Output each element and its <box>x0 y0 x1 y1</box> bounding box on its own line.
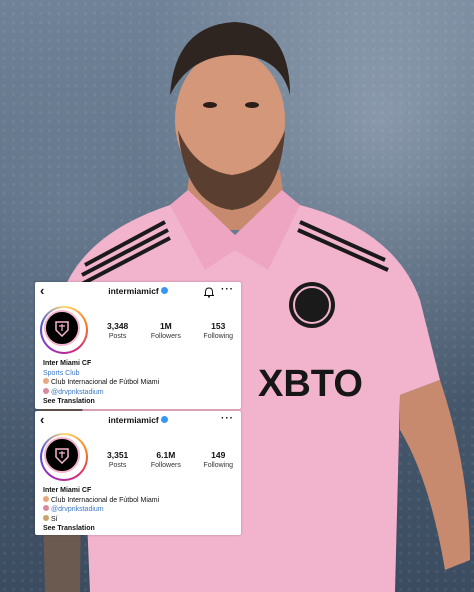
stadium-icon <box>43 505 49 512</box>
followers-stat[interactable]: 1M Followers <box>151 321 181 340</box>
stadium-link[interactable]: @drvpnkstadium <box>51 506 104 513</box>
avatar[interactable] <box>40 433 88 481</box>
see-translation-link[interactable]: See Translation <box>43 524 159 534</box>
profile-header: ‹ intermiamicf ··· <box>35 411 241 429</box>
followers-stat[interactable]: 6.1M Followers <box>151 450 181 469</box>
verified-badge-icon <box>160 416 168 424</box>
instagram-profile-card-before: ‹ intermiamicf ··· 3,348 Posts 1M Follower… <box>35 282 241 409</box>
verified-badge-icon <box>160 287 168 295</box>
more-options-icon[interactable]: ··· <box>221 284 234 295</box>
soccer-ball-icon <box>43 495 49 502</box>
inter-miami-logo-icon <box>44 310 80 346</box>
profile-stats: 3,351 Posts 6.1M Followers 149 Following <box>107 450 233 469</box>
profile-username: intermiamicf <box>35 415 241 425</box>
posts-stat[interactable]: 3,351 Posts <box>107 450 128 469</box>
instagram-profile-card-after: ‹ intermiamicf ··· 3,351 Posts 6.1M Follow… <box>35 411 241 535</box>
profile-name: Inter Miami CF <box>43 360 92 367</box>
goat-icon <box>43 514 49 521</box>
posts-stat[interactable]: 3,348 Posts <box>107 321 128 340</box>
profile-stats: 3,348 Posts 1M Followers 153 Following <box>107 321 233 340</box>
profile-bio: Inter Miami CF Sports Club Club Internac… <box>43 359 159 407</box>
see-translation-link[interactable]: See Translation <box>43 397 159 407</box>
stadium-icon <box>43 387 49 394</box>
profile-header: ‹ intermiamicf ··· <box>35 282 241 300</box>
more-options-icon[interactable]: ··· <box>221 413 234 424</box>
bio-line: Club Internacional de Fútbol Miami <box>43 378 159 388</box>
avatar[interactable] <box>40 306 88 354</box>
inter-miami-logo-icon <box>44 437 80 473</box>
jersey-sponsor-text: XBTO <box>258 363 363 405</box>
profile-name: Inter Miami CF <box>43 487 92 494</box>
stadium-link[interactable]: @drvpnkstadium <box>51 389 104 396</box>
soccer-ball-icon <box>43 378 49 385</box>
bell-icon[interactable] <box>203 285 215 303</box>
following-stat[interactable]: 149 Following <box>203 450 233 469</box>
profile-category: Sports Club <box>43 369 80 377</box>
following-stat[interactable]: 153 Following <box>203 321 233 340</box>
profile-bio: Inter Miami CF Club Internacional de Fút… <box>43 487 160 534</box>
